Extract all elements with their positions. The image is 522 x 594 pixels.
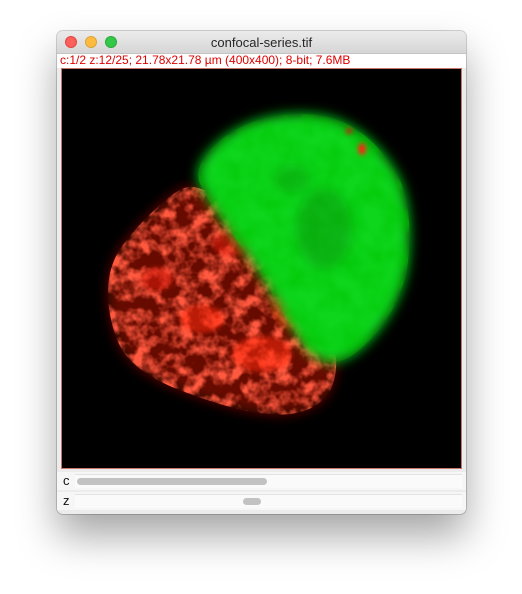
z-slider-thumb[interactable] — [243, 498, 261, 505]
channel-slider-label: c — [63, 473, 70, 488]
image-canvas[interactable] — [61, 68, 462, 469]
title-bar[interactable]: confocal-series.tif — [57, 31, 466, 54]
window-title: confocal-series.tif — [210, 35, 313, 50]
z-slider[interactable] — [75, 494, 462, 508]
confocal-image — [62, 69, 461, 468]
z-slider-label: z — [63, 493, 70, 508]
channel-slider-row: c — [57, 472, 466, 490]
z-slider-row: z — [57, 492, 466, 510]
channel-slider[interactable] — [75, 474, 462, 488]
image-window: confocal-series.tif c:1/2 z:12/25; 21.78… — [57, 31, 466, 514]
channel-slider-thumb[interactable] — [77, 478, 267, 485]
status-bar: c:1/2 z:12/25; 21.78x21.78 µm (400x400);… — [57, 54, 466, 68]
